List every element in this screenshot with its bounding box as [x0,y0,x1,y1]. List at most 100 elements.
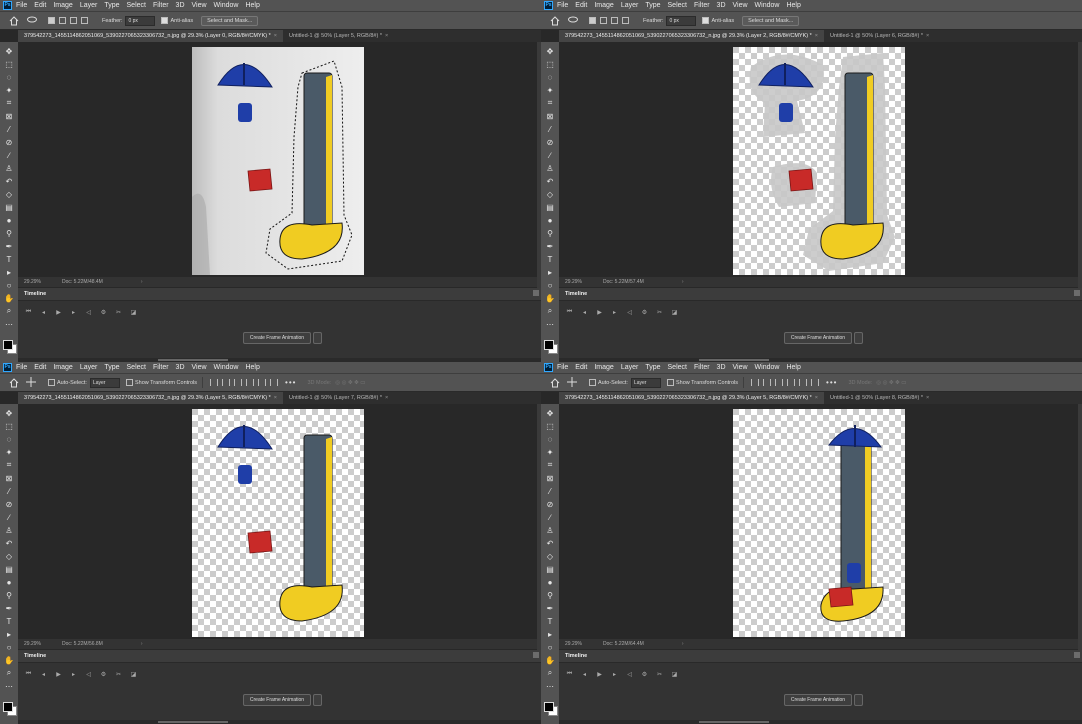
healing-brush-icon[interactable]: ⊘ [4,499,14,509]
path-select-icon[interactable]: ▸ [4,267,14,277]
foreground-color-swatch[interactable] [3,702,13,712]
menu-edit[interactable]: Edit [575,2,587,9]
blur-icon[interactable]: ● [545,577,555,587]
marquee-icon[interactable]: ⬚ [4,421,14,431]
3d-orbit-icon[interactable]: ◎ ◎ ✥ ✥ ▭ [335,380,365,386]
more-tools-icon[interactable]: ⋯ [545,681,555,691]
chevron-right-icon[interactable]: › [141,641,143,647]
document-tab-untitled[interactable]: Untitled-1 @ 50% (Layer 6, RGB/8#) * × [824,30,935,42]
pen-icon[interactable]: ✒ [545,603,555,613]
zoom-icon[interactable]: ⌕ [545,668,555,678]
magic-wand-icon[interactable]: ✦ [4,447,14,457]
eyedropper-icon[interactable]: ⁄ [545,486,555,496]
path-select-icon[interactable]: ▸ [545,629,555,639]
menu-help[interactable]: Help [786,364,800,371]
align-right-icon[interactable] [775,379,784,386]
create-frame-animation-button[interactable]: Create Frame Animation [784,694,852,706]
create-frame-animation-button[interactable]: Create Frame Animation [243,694,311,706]
shape-icon[interactable]: ○ [4,280,14,290]
auto-select-dropdown[interactable]: Layer [630,377,661,388]
menu-image[interactable]: Image [53,364,72,371]
move-icon[interactable]: ✥ [545,408,555,418]
clone-stamp-icon[interactable]: ♙ [545,163,555,173]
zoom-icon[interactable]: ⌕ [4,668,14,678]
scroll-thumb[interactable] [158,359,228,361]
add-selection-icon[interactable] [600,17,607,24]
menu-view[interactable]: View [733,2,748,9]
magic-wand-icon[interactable]: ✦ [545,85,555,95]
more-options-icon[interactable]: ••• [826,378,837,387]
menu-filter[interactable]: Filter [153,364,169,371]
healing-brush-icon[interactable]: ⊘ [545,499,555,509]
eyedropper-icon[interactable]: ⁄ [4,486,14,496]
anti-alias-checkbox[interactable] [702,17,710,24]
pen-icon[interactable]: ✒ [4,241,14,251]
chevron-right-icon[interactable]: › [141,279,143,285]
healing-brush-icon[interactable]: ⊘ [4,137,14,147]
close-icon[interactable]: × [815,395,818,401]
document-tab-active[interactable]: 379542273_1455114862051069_5390227065323… [18,30,283,42]
document-tab-active[interactable]: 379542273_1455114862051069_5390227065323… [18,392,283,404]
history-brush-icon[interactable]: ↶ [545,176,555,186]
menu-window[interactable]: Window [214,2,239,9]
dodge-icon[interactable]: ⚲ [4,228,14,238]
previous-frame-icon[interactable]: ◂ [581,671,588,678]
play-icon[interactable]: ▶ [55,309,62,316]
first-frame-icon[interactable]: ⏮ [566,671,573,678]
clone-stamp-icon[interactable]: ♙ [4,163,14,173]
history-brush-icon[interactable]: ↶ [4,538,14,548]
document-tab-untitled[interactable]: Untitled-1 @ 50% (Layer 7, RGB/8#) * × [283,392,394,404]
panel-menu-icon[interactable] [533,652,539,658]
align-top-icon[interactable] [246,379,255,386]
type-icon[interactable]: T [545,254,555,264]
align-middle-icon[interactable] [258,379,267,386]
history-brush-icon[interactable]: ↶ [4,176,14,186]
close-icon[interactable]: × [926,395,929,401]
scroll-thumb[interactable] [699,721,769,723]
document-tab-untitled[interactable]: Untitled-1 @ 50% (Layer 8, RGB/8#) * × [824,392,935,404]
zoom-level[interactable]: 29.29% [565,641,593,647]
more-tools-icon[interactable]: ⋯ [545,319,555,329]
frame-icon[interactable]: ⊠ [545,473,555,483]
previous-frame-icon[interactable]: ◂ [40,309,47,316]
next-frame-icon[interactable]: ▸ [611,309,618,316]
feather-input[interactable]: 0 px [125,15,156,26]
move-icon[interactable] [567,376,577,389]
transition-icon[interactable]: ◪ [671,671,678,678]
scroll-thumb[interactable] [699,359,769,361]
audio-icon[interactable]: ◁ [626,671,633,678]
play-icon[interactable]: ▶ [596,671,603,678]
align-bottom-icon[interactable] [811,379,820,386]
intersect-selection-icon[interactable] [81,17,88,24]
create-frame-animation-button[interactable]: Create Frame Animation [784,332,852,344]
canvas-area[interactable] [559,404,1078,639]
align-middle-icon[interactable] [799,379,808,386]
marquee-icon[interactable]: ⬚ [545,421,555,431]
zoom-icon[interactable]: ⌕ [4,306,14,316]
split-icon[interactable]: ✂ [656,671,663,678]
frame-icon[interactable]: ⊠ [545,111,555,121]
type-icon[interactable]: T [4,616,14,626]
next-frame-icon[interactable]: ▸ [611,671,618,678]
eraser-icon[interactable]: ◇ [4,551,14,561]
close-icon[interactable]: × [385,33,388,39]
pen-icon[interactable]: ✒ [545,241,555,251]
anti-alias-checkbox[interactable] [161,17,169,24]
zoom-level[interactable]: 29.29% [24,279,52,285]
menu-view[interactable]: View [192,2,207,9]
transition-icon[interactable]: ◪ [130,671,137,678]
transition-icon[interactable]: ◪ [671,309,678,316]
eraser-icon[interactable]: ◇ [4,189,14,199]
show-transform-checkbox[interactable] [666,379,674,386]
split-icon[interactable]: ✂ [656,309,663,316]
crop-icon[interactable]: ⌗ [545,460,555,470]
menu-filter[interactable]: Filter [153,2,169,9]
eraser-icon[interactable]: ◇ [545,189,555,199]
split-icon[interactable]: ✂ [115,309,122,316]
audio-icon[interactable]: ◁ [626,309,633,316]
audio-icon[interactable]: ◁ [85,309,92,316]
first-frame-icon[interactable]: ⏮ [25,309,32,316]
blur-icon[interactable]: ● [4,215,14,225]
subtract-selection-icon[interactable] [70,17,77,24]
menu-3d[interactable]: 3D [717,364,726,371]
